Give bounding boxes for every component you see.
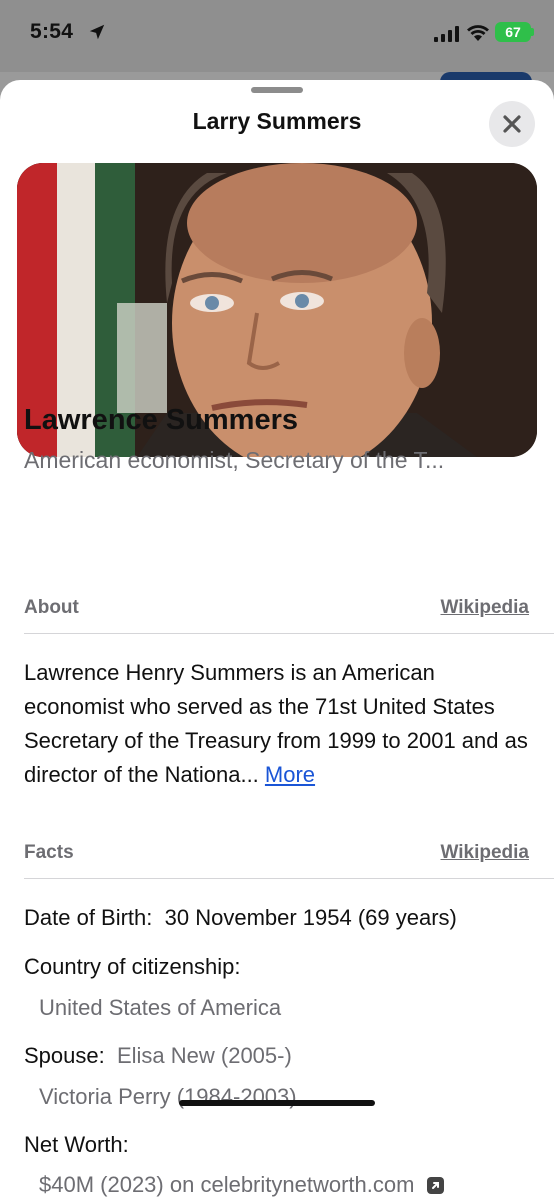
citizenship-label: Country of citizenship:	[24, 954, 241, 979]
status-bar: 5:54 67	[0, 0, 554, 72]
external-link-icon[interactable]	[426, 1177, 444, 1194]
spouse-row: Spouse: Elisa New (2005-)	[24, 1043, 292, 1069]
spouse-2: Victoria Perry (1984-2003)	[39, 1084, 297, 1109]
more-link[interactable]: More	[265, 762, 315, 787]
wifi-icon	[467, 25, 489, 41]
location-arrow-icon	[89, 24, 105, 40]
close-button[interactable]	[489, 101, 535, 147]
dob-row: Date of Birth: 30 November 1954 (69 year…	[24, 905, 457, 931]
person-description: American economist, Secretary of the T..…	[24, 447, 445, 473]
citizenship-value: United States of America	[39, 995, 282, 1020]
net-worth-row: $40M (2023) on celebritynetworth.com	[39, 1172, 444, 1198]
battery-icon: 67	[495, 22, 531, 42]
status-time: 5:54	[30, 20, 74, 43]
cellular-signal-icon	[434, 26, 459, 42]
about-heading: About	[24, 597, 79, 618]
sheet-grabber[interactable]	[251, 87, 303, 93]
info-sheet: Larry Summers	[0, 80, 554, 1200]
dob-value: 30 November 1954 (69 years)	[164, 905, 457, 930]
spouse-1: Elisa New (2005-)	[116, 1043, 292, 1068]
net-worth-label: Net Worth:	[24, 1132, 129, 1157]
dob-label: Date of Birth:	[24, 905, 153, 930]
facts-heading: Facts	[24, 842, 74, 863]
about-text: Lawrence Henry Summers is an American ec…	[24, 656, 534, 792]
net-worth-source-link[interactable]: on celebritynetworth.com	[170, 1172, 415, 1197]
facts-divider	[24, 878, 554, 879]
sheet-title: Larry Summers	[192, 108, 362, 134]
net-worth-value: $40M (2023)	[39, 1172, 164, 1197]
facts-heading-row: Facts Wikipedia	[24, 842, 529, 864]
facts-wikipedia-link[interactable]: Wikipedia	[440, 842, 529, 864]
spouse-label: Spouse:	[24, 1043, 105, 1068]
battery-tip	[531, 28, 534, 36]
close-icon	[503, 115, 521, 133]
home-indicator[interactable]	[179, 1100, 375, 1106]
person-name: Lawrence Summers	[24, 404, 299, 436]
about-heading-row: About Wikipedia	[24, 597, 529, 619]
about-wikipedia-link[interactable]: Wikipedia	[440, 597, 529, 619]
about-divider	[24, 633, 554, 634]
